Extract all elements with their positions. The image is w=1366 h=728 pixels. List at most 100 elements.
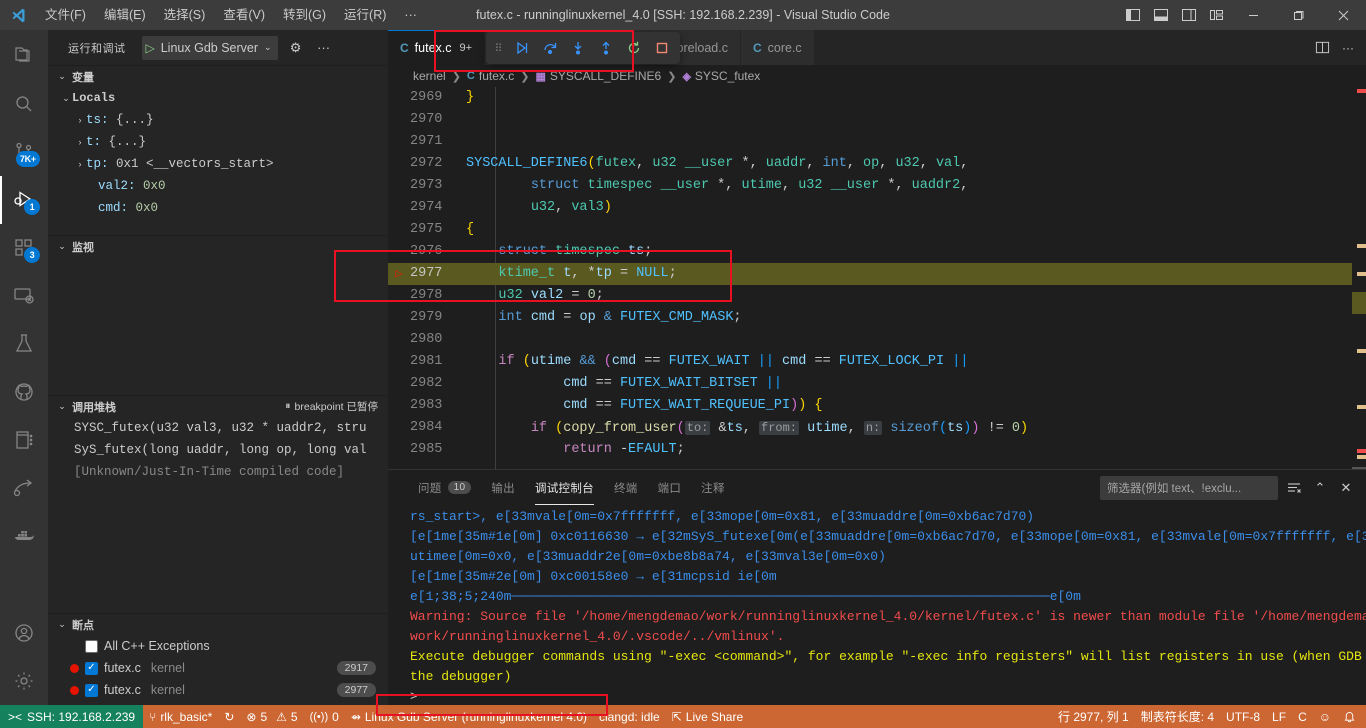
- status-eol[interactable]: LF: [1266, 705, 1292, 728]
- breakpoint-row-exceptions[interactable]: All C++ Exceptions: [48, 635, 388, 657]
- status-cursor-position[interactable]: 行 2977, 列 1: [1052, 705, 1135, 728]
- customize-layout-icon[interactable]: [1203, 0, 1231, 30]
- search-icon[interactable]: [0, 80, 48, 128]
- status-liveshare[interactable]: ⇱ Live Share: [666, 705, 749, 728]
- menu-edit[interactable]: 编辑(E): [95, 4, 155, 26]
- docker-icon[interactable]: [0, 512, 48, 560]
- continue-icon[interactable]: [508, 34, 536, 62]
- code-line[interactable]: 2969 }: [388, 87, 1366, 109]
- step-out-icon[interactable]: [592, 34, 620, 62]
- tab-futex-c[interactable]: C futex.c 9+: [388, 30, 485, 65]
- run-and-debug-icon[interactable]: 1: [0, 176, 48, 224]
- table-row[interactable]: futex.c kernel 2917: [48, 657, 388, 679]
- status-remote-indicator[interactable]: >< SSH: 192.168.2.239: [0, 705, 143, 728]
- explorer-icon[interactable]: [0, 32, 48, 80]
- tab-core-c[interactable]: C core.c: [741, 30, 815, 65]
- code-line[interactable]: 2982 cmd == FUTEX_WAIT_BITSET ||: [388, 373, 1366, 395]
- tab-ports[interactable]: 端口: [648, 470, 692, 505]
- status-debug-session[interactable]: ⇴ Linux Gdb Server (runninglinuxkernel 4…: [345, 705, 593, 728]
- step-over-icon[interactable]: [536, 34, 564, 62]
- code-line[interactable]: 2981 if (utime && (cmd == FUTEX_WAIT || …: [388, 351, 1366, 373]
- step-into-icon[interactable]: [564, 34, 592, 62]
- menu-view[interactable]: 查看(V): [214, 4, 274, 26]
- breakpoints-pane-header[interactable]: ⌄ 断点: [48, 613, 388, 635]
- status-branch[interactable]: ⑂ rlk_basic*: [143, 705, 218, 728]
- split-editor-icon[interactable]: [1310, 34, 1334, 62]
- breakpoint-checkbox[interactable]: [85, 684, 98, 697]
- code-content[interactable]: 2969 } 2970 2971 2972: [388, 87, 1366, 461]
- code-editor[interactable]: 2969 } 2970 2971 2972: [388, 87, 1366, 469]
- code-line[interactable]: 2971: [388, 131, 1366, 153]
- code-line[interactable]: 2976 struct timespec ts;: [388, 241, 1366, 263]
- start-debug-icon[interactable]: ▷: [146, 41, 155, 55]
- remote-explorer-icon[interactable]: [0, 272, 48, 320]
- settings-gear-icon[interactable]: [0, 657, 48, 705]
- extensions-icon[interactable]: 3: [0, 224, 48, 272]
- breadcrumb-item-kernel[interactable]: kernel: [413, 69, 446, 83]
- call-stack-pane-header[interactable]: ⌄ 调用堆栈 ⏸ breakpoint 已暂停: [48, 395, 388, 417]
- github-icon[interactable]: [0, 368, 48, 416]
- code-line[interactable]: 2985 return -EFAULT;: [388, 439, 1366, 461]
- stack-frame[interactable]: [Unknown/Just-In-Time compiled code]: [48, 461, 388, 483]
- stop-icon[interactable]: [648, 34, 676, 62]
- menu-more[interactable]: ···: [395, 4, 426, 26]
- window-close-button[interactable]: [1321, 0, 1366, 30]
- chevron-right-icon[interactable]: ›: [74, 137, 86, 147]
- clear-console-icon[interactable]: [1284, 477, 1304, 499]
- source-control-icon[interactable]: 7K+: [0, 128, 48, 176]
- variables-scope-locals[interactable]: ⌄ Locals: [48, 87, 388, 109]
- more-actions-icon[interactable]: ···: [1336, 34, 1360, 62]
- code-line[interactable]: 2984 if (copy_from_user(to: &ts, from: u…: [388, 417, 1366, 439]
- variables-tree[interactable]: ⌄ Locals › ts: {...} › t: {...}: [48, 87, 388, 235]
- status-radio-tower[interactable]: ((•)) 0: [304, 705, 345, 728]
- chevron-right-icon[interactable]: ›: [74, 159, 86, 169]
- variables-pane-header[interactable]: ⌄ 变量: [48, 65, 388, 87]
- breakpoint-checkbox[interactable]: [85, 662, 98, 675]
- stack-frame[interactable]: SyS_futex(long uaddr, long op, long val: [48, 439, 388, 461]
- variable-row-cmd[interactable]: › cmd: 0x0: [48, 197, 388, 219]
- breakpoints-list[interactable]: All C++ Exceptions futex.c kernel 2917 f…: [48, 635, 388, 705]
- menu-file[interactable]: 文件(F): [36, 4, 95, 26]
- drag-handle-icon[interactable]: ⠿: [490, 42, 508, 55]
- code-line[interactable]: 2983 cmd == FUTEX_WAIT_REQUEUE_PI)) {: [388, 395, 1366, 417]
- notebook-icon[interactable]: [0, 416, 48, 464]
- console-filter-input[interactable]: 筛选器(例如 text、!exclu...: [1100, 476, 1278, 500]
- tab-problems[interactable]: 问题 10: [408, 470, 481, 505]
- status-indentation[interactable]: 制表符长度: 4: [1135, 705, 1220, 728]
- variable-row-val2[interactable]: › val2: 0x0: [48, 175, 388, 197]
- breadcrumb-item-futex-c[interactable]: C futex.c: [467, 69, 514, 83]
- tab-debug-console[interactable]: 调试控制台: [525, 470, 604, 505]
- testing-icon[interactable]: [0, 320, 48, 368]
- status-language-mode[interactable]: C: [1292, 705, 1313, 728]
- accounts-icon[interactable]: [0, 609, 48, 657]
- console-input-prompt[interactable]: >: [410, 687, 1366, 705]
- status-encoding[interactable]: UTF-8: [1220, 705, 1266, 728]
- debug-more-actions-icon[interactable]: ···: [314, 40, 334, 55]
- call-stack-list[interactable]: SYSC_futex(u32 val3, u32 * uaddr2, stru …: [48, 417, 388, 613]
- menu-selection[interactable]: 选择(S): [155, 4, 215, 26]
- menu-run[interactable]: 运行(R): [335, 4, 395, 26]
- code-line[interactable]: 2970: [388, 109, 1366, 131]
- table-row[interactable]: futex.c kernel 2977: [48, 679, 388, 701]
- tab-terminal[interactable]: 终端: [604, 470, 648, 505]
- debug-configuration-dropdown[interactable]: ▷ Linux Gdb Server ⌄: [142, 36, 278, 60]
- watch-list[interactable]: [48, 257, 388, 395]
- feedback-smiley-icon[interactable]: ☺: [1313, 705, 1337, 728]
- restart-icon[interactable]: [620, 34, 648, 62]
- code-line[interactable]: 2973 struct timespec __user *, utime, u3…: [388, 175, 1366, 197]
- toggle-primary-sidebar-icon[interactable]: [1119, 0, 1147, 30]
- code-line-current[interactable]: ▷ 2977 ktime_t t, *tp = NULL;: [388, 263, 1366, 285]
- close-icon[interactable]: ✕: [1336, 477, 1356, 499]
- breadcrumb-item-syscall-define6[interactable]: ▦ SYSCALL_DEFINE6: [535, 69, 661, 83]
- debug-console-output[interactable]: rs_start>, e[33mvale[0m=0x7fffffff, e[33…: [388, 505, 1366, 705]
- code-line[interactable]: 2979 int cmd = op & FUTEX_CMD_MASK;: [388, 307, 1366, 329]
- code-line[interactable]: 2974 u32, val3): [388, 197, 1366, 219]
- chevron-up-icon[interactable]: ⌃: [1310, 477, 1330, 499]
- watch-pane-header[interactable]: ⌄ 监视: [48, 235, 388, 257]
- variable-row-t[interactable]: › t: {...}: [48, 131, 388, 153]
- debug-stackframe-marker-icon[interactable]: ▷: [388, 263, 410, 285]
- notifications-bell-icon[interactable]: [1337, 705, 1366, 728]
- variable-row-ts[interactable]: › ts: {...}: [48, 109, 388, 131]
- toggle-secondary-sidebar-icon[interactable]: [1175, 0, 1203, 30]
- variable-row-tp[interactable]: › tp: 0x1 <__vectors_start>: [48, 153, 388, 175]
